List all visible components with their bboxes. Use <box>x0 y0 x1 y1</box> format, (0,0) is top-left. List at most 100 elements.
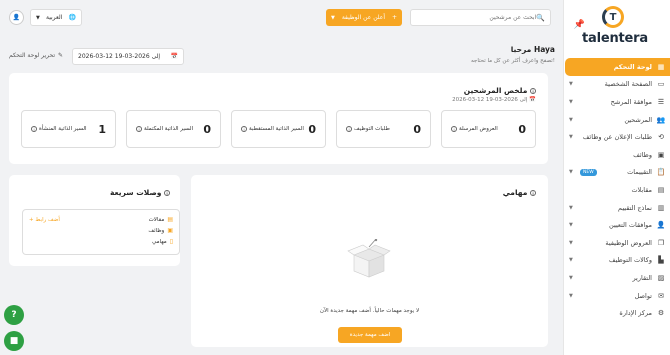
chevron-down-icon[interactable]: ▼ <box>569 99 577 105</box>
tasks-title-text: مهامي <box>502 188 528 197</box>
summary-date: 2026-03-12 إلى 2026-03-19 📅 <box>452 97 536 103</box>
info-icon[interactable]: i <box>530 88 536 94</box>
info-icon[interactable]: i <box>136 126 142 132</box>
quick-link-item[interactable]: مقالات ▤ <box>149 216 173 223</box>
form-icon: ▥ <box>657 203 665 212</box>
post-job-button[interactable]: ▼ أعلن عن الوظيفة + <box>326 9 402 26</box>
search-box[interactable]: 🔍 <box>410 9 551 26</box>
sidebar-item[interactable]: ▣ وظائف <box>563 146 670 164</box>
chevron-down-icon[interactable]: ▼ <box>569 240 577 246</box>
add-link-button[interactable]: + أضف رابط <box>29 217 60 223</box>
chevron-down-icon[interactable]: ▼ <box>569 205 577 211</box>
sidebar-item-label: التقييمات <box>627 168 652 177</box>
monitor-icon: ▭ <box>657 80 665 89</box>
checklist-icon: ☰ <box>657 97 665 106</box>
chevron-down-icon[interactable]: ▼ <box>569 275 577 281</box>
sidebar-item[interactable]: ⟲ طلبات الإعلان عن وظائف ▼ <box>563 128 670 146</box>
add-task-button[interactable]: اضف مهمة جديدة <box>338 327 402 343</box>
info-icon[interactable]: i <box>346 126 352 132</box>
quick-link-label: وظائف <box>148 227 165 234</box>
sidebar-item[interactable]: ▥ نماذج التقييم ▼ <box>563 199 670 217</box>
sidebar-item-label: الصفحة الشخصية <box>604 80 652 89</box>
stat-value: 0 <box>413 122 421 136</box>
sidebar-item[interactable]: ✉ تواصل ▼ <box>563 287 670 305</box>
chat-button[interactable]: ■ <box>4 331 24 351</box>
logo-mark: T <box>602 6 624 28</box>
quick-links-box: + أضف رابط مقالات ▤ وظائف ▣ مهامي ▯ <box>22 209 180 255</box>
post-job-label: أعلن عن الوظيفة <box>341 14 386 21</box>
sidebar-item[interactable]: ☰ موافقة المرشح ▼ <box>563 93 670 111</box>
chevron-down-icon[interactable]: ▼ <box>569 257 577 263</box>
info-icon[interactable]: i <box>451 126 457 132</box>
info-icon[interactable]: i <box>241 126 247 132</box>
user-check-icon: 👤 <box>656 221 666 230</box>
sidebar-nav: ▦ لوحة التحكم ▭ الصفحة الشخصية ▼ ☰ موافقة المر… <box>563 58 670 322</box>
topbar: 🔍 ▼ أعلن عن الوظيفة + ▼ العربية 🌐 👤 <box>0 0 563 36</box>
help-button[interactable]: ? <box>4 305 24 325</box>
building-icon: ▙ <box>658 256 664 265</box>
users-icon: 👥 <box>656 115 666 124</box>
calendar-icon: 📅 <box>529 97 536 103</box>
calendar-icon: 📅 <box>170 53 178 60</box>
user-avatar[interactable]: 👤 <box>9 10 24 25</box>
info-icon[interactable]: i <box>530 190 536 196</box>
plus-icon: + <box>391 14 397 21</box>
stat-label: i السير الذاتية المكتملة <box>136 126 193 132</box>
sidebar-item[interactable]: 📋 التقييمات NEW ▼ <box>563 164 670 182</box>
search-icon: 🔍 <box>536 13 545 22</box>
stat-label: i السير الذاتية المستقطبة <box>241 126 304 132</box>
sidebar-item[interactable]: 👤 موافقات التعيين ▼ <box>563 216 670 234</box>
language-select[interactable]: ▼ العربية 🌐 <box>30 9 82 26</box>
stat-label-text: السير الذاتية المنشأة <box>39 126 87 132</box>
sidebar-item[interactable]: ⚙ مركز الإدارة <box>563 304 670 322</box>
sidebar-item[interactable]: ▭ الصفحة الشخصية ▼ <box>563 76 670 94</box>
chevron-down-icon[interactable]: ▼ <box>569 134 577 140</box>
sidebar-item-label: مركز الإدارة <box>619 309 652 318</box>
chevron-down-icon[interactable]: ▼ <box>569 169 577 175</box>
document-icon: ▯ <box>169 238 173 245</box>
info-icon[interactable]: i <box>164 190 170 196</box>
stat-card[interactable]: 0 i العروض المرسلة <box>441 110 536 148</box>
tasks-card: مهامي i لا يوجد مهمات حالياً. أضف مهمة ج… <box>191 175 548 347</box>
stat-card[interactable]: 0 i طلبات التوظيف <box>336 110 431 148</box>
stat-label-text: السير الذاتية المكتملة <box>144 126 194 132</box>
sidebar-item[interactable]: ▨ التقارير ▼ <box>563 269 670 287</box>
empty-box-icon <box>347 239 391 278</box>
chevron-down-icon[interactable]: ▼ <box>569 293 577 299</box>
briefcase-icon: ▣ <box>167 227 173 234</box>
summary-title: ملخص المرشحين i <box>464 86 536 95</box>
search-input[interactable] <box>426 14 537 21</box>
sidebar-item[interactable]: ▤ مقابلات <box>563 181 670 199</box>
chevron-down-icon: ▼ <box>36 14 40 21</box>
sidebar-item-label: نماذج التقييم <box>618 203 652 212</box>
sidebar-item[interactable]: 👥 المرشحين ▼ <box>563 111 670 129</box>
edit-dashboard-link[interactable]: تحرير لوحة التحكم ✎ <box>9 52 63 59</box>
logo[interactable]: T talentera <box>582 6 658 46</box>
stat-value: 0 <box>203 122 211 136</box>
chevron-down-icon[interactable]: ▼ <box>569 81 577 87</box>
stat-label-text: العروض المرسلة <box>459 126 498 132</box>
sidebar-item-label: العروض الوظيفية <box>605 238 652 247</box>
date-range-picker[interactable]: 2026-03-12 إلى 2026-03-19 📅 <box>72 48 184 65</box>
chat-icon: ■ <box>9 336 19 346</box>
stat-label: i العروض المرسلة <box>451 126 498 132</box>
stat-card[interactable]: 1 i السير الذاتية المنشأة <box>21 110 116 148</box>
stat-value: 0 <box>518 122 526 136</box>
quick-link-item[interactable]: وظائف ▣ <box>148 227 173 234</box>
sidebar-item[interactable]: ❐ العروض الوظيفية ▼ <box>563 234 670 252</box>
info-icon[interactable]: i <box>31 126 37 132</box>
greeting: مرحبا Haya تصفح واعرف أكثر عن كل ما تحتا… <box>471 45 555 64</box>
sidebar-item-label: طلبات الإعلان عن وظائف <box>582 133 652 142</box>
chevron-down-icon[interactable]: ▼ <box>569 222 577 228</box>
stat-card[interactable]: 0 i السير الذاتية المستقطبة <box>231 110 326 148</box>
sidebar-item[interactable]: ▦ لوحة التحكم <box>565 58 670 76</box>
quick-link-item[interactable]: مهامي ▯ <box>152 238 173 245</box>
stat-card[interactable]: 0 i السير الذاتية المكتملة <box>126 110 221 148</box>
sidebar-item[interactable]: ▙ وكالات التوظيف ▼ <box>563 252 670 270</box>
sidebar-item-label: وكالات التوظيف <box>608 256 652 265</box>
stat-label: i السير الذاتية المنشأة <box>31 126 87 132</box>
chevron-down-icon[interactable]: ▼ <box>569 117 577 123</box>
candidate-summary-card: ملخص المرشحين i 2026-03-12 إلى 2026-03-1… <box>9 73 548 164</box>
quick-links-title: وصلات سريعة i <box>110 188 170 197</box>
stat-value: 0 <box>308 122 316 136</box>
